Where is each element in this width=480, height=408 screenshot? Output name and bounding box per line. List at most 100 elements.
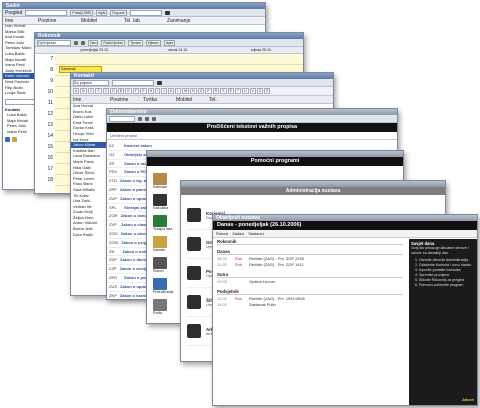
letter-filter[interactable]: P — [205, 88, 212, 94]
tool-item[interactable]: Pretraživanje — [153, 278, 177, 294]
binoculars-icon[interactable] — [157, 80, 162, 85]
letter-filter[interactable]: A — [73, 88, 80, 94]
letter-filter[interactable]: C — [87, 88, 95, 94]
letter-filter[interactable]: U — [242, 88, 249, 94]
back-icon[interactable] — [138, 116, 142, 121]
imenik-header: Ime Prezime Mobitel Tel. lab Zanimanje — [3, 17, 265, 25]
hour-label: 11 — [47, 100, 53, 106]
letter-filter[interactable]: Z — [256, 88, 264, 94]
letter-filter[interactable]: M — [182, 88, 190, 94]
letter-filter[interactable]: J — [161, 88, 167, 94]
close-link[interactable]: Zatvori — [462, 398, 474, 403]
tool-label[interactable]: Kalkulator — [153, 206, 177, 210]
letter-filter[interactable]: G — [139, 88, 147, 94]
col-header[interactable]: Tel. lab — [124, 18, 164, 24]
window-danas[interactable]: Obavijesti sustava Danas - ponedjeljak (… — [212, 214, 478, 406]
view-month-button[interactable]: Mjesec — [145, 39, 161, 46]
day-header[interactable]: utorak 24.10. — [136, 47, 219, 53]
propis-code: PDV — [109, 169, 118, 175]
entry-text[interactable]: Opšina Lenner — [249, 279, 275, 285]
binoculars-icon[interactable] — [164, 10, 170, 15]
filter-dopuna[interactable]: Dopuna — [110, 9, 127, 16]
view-day-button[interactable]: Dan — [88, 39, 99, 46]
tool-item[interactable]: Rokovi — [153, 257, 177, 273]
hour-label: 16 — [47, 155, 53, 161]
entry-text[interactable]: Sastanak Pulin — [249, 302, 276, 308]
letter-filter[interactable]: K — [167, 88, 175, 94]
danas-entry[interactable]: 09:00 Opšina Lenner — [217, 279, 403, 285]
letter-filter[interactable]: Ć — [102, 88, 110, 94]
tool-label[interactable]: Tečajna lista — [153, 227, 177, 231]
filter-input[interactable] — [129, 9, 162, 16]
phone-icon[interactable] — [5, 137, 10, 143]
propis-title[interactable]: Kazneni zakon — [124, 142, 152, 150]
view-workweek-button[interactable]: Radni tjedan — [101, 39, 126, 46]
tool-item[interactable]: Pošta — [153, 299, 177, 315]
letter-filter[interactable]: V — [249, 88, 256, 94]
propis-code: ZUP — [109, 195, 117, 201]
letter-filter[interactable]: B — [80, 88, 87, 94]
tool-icon — [153, 215, 167, 227]
danas-entry[interactable]: 14:00 Sastanak Pulin — [217, 302, 403, 308]
view-select[interactable]: Cijeli tjedan — [37, 39, 71, 46]
contact-item[interactable]: Ivana Perić — [5, 129, 35, 135]
print-button[interactable]: Ispis — [163, 39, 176, 46]
admin-icon — [187, 324, 201, 338]
filter-select[interactable]: Svi pojmovi — [73, 79, 109, 86]
mail-icon[interactable] — [12, 137, 17, 143]
tool-item[interactable]: Kamate — [153, 236, 177, 252]
col-header[interactable]: Mobitel — [176, 97, 206, 103]
letter-filter[interactable]: E — [125, 88, 132, 94]
entry-text[interactable]: Rečište (ZAG) - Prv. ZOP 1911 — [249, 262, 304, 268]
letter-filter[interactable]: F — [132, 88, 139, 94]
kontakti-search-input[interactable] — [112, 79, 154, 86]
view-week-button[interactable]: Tjedan — [128, 39, 143, 46]
tab-zadaci[interactable]: Zadaci — [232, 231, 244, 236]
tool-item[interactable]: Kalkulator — [153, 194, 177, 210]
letter-filter[interactable]: I — [155, 88, 161, 94]
arrow-left-icon[interactable] — [74, 40, 78, 45]
filter-ispis[interactable]: Ispis — [96, 9, 108, 16]
forward-icon[interactable] — [145, 116, 149, 121]
col-header[interactable]: Mobitel — [81, 18, 121, 24]
tool-item[interactable]: Kalendar — [153, 173, 177, 189]
tool-label[interactable]: Kamate — [153, 248, 177, 252]
letter-filter[interactable]: O — [197, 88, 205, 94]
contact-search-input[interactable] — [5, 99, 35, 105]
tool-item[interactable]: Tečajna lista — [153, 215, 177, 231]
col-header[interactable]: Ime — [73, 97, 107, 103]
print-icon[interactable] — [152, 116, 156, 121]
tool-label[interactable]: Pošta — [153, 311, 177, 315]
col-header[interactable]: Prezime — [110, 97, 140, 103]
tab-rokovi[interactable]: Rokovi — [216, 231, 228, 236]
letter-filter[interactable]: T — [234, 88, 242, 94]
search-input[interactable] — [25, 9, 68, 16]
arrow-right-icon[interactable] — [81, 40, 85, 45]
letter-filter[interactable]: L — [175, 88, 182, 94]
letter-filter[interactable]: Š — [227, 88, 234, 94]
propisi-select[interactable] — [109, 115, 135, 122]
tab-sastanci[interactable]: Sastanci — [248, 231, 263, 236]
list-item[interactable]: Lucija Šarić — [3, 90, 37, 96]
col-header[interactable]: Prezime — [38, 18, 78, 24]
col-header[interactable]: Zanimanje — [167, 18, 190, 24]
letter-filter[interactable]: R — [212, 88, 220, 94]
tool-label[interactable]: Rokovi — [153, 269, 177, 273]
tool-label[interactable]: Kalendar — [153, 185, 177, 189]
list-item[interactable]: Dora Radić — [71, 232, 107, 238]
letter-filter[interactable]: N — [190, 88, 197, 94]
letter-filter[interactable]: S — [220, 88, 227, 94]
letter-filter[interactable]: Đ — [117, 88, 125, 94]
danas-entry[interactable]: 10:30 Rok Rečište (ZAG) - Prv. ZOP 1911 — [217, 262, 403, 268]
tool-label[interactable]: Pretraživanje — [153, 290, 177, 294]
filter-sms[interactable]: Pošalji SMS — [70, 9, 94, 16]
day-header[interactable]: srijeda 25.10. — [220, 47, 303, 53]
letter-filter[interactable]: Č — [95, 88, 102, 94]
col-header[interactable]: Tvrtka — [143, 97, 173, 103]
letter-filter[interactable]: Ž — [264, 88, 271, 94]
col-header[interactable]: Tel. — [209, 97, 217, 103]
letter-filter[interactable]: D — [110, 88, 117, 94]
tab-uredeni[interactable]: Uređeni propisi — [107, 132, 397, 140]
day-header[interactable]: ponedjeljak 23.10. — [53, 47, 136, 53]
letter-filter[interactable]: H — [147, 88, 155, 94]
